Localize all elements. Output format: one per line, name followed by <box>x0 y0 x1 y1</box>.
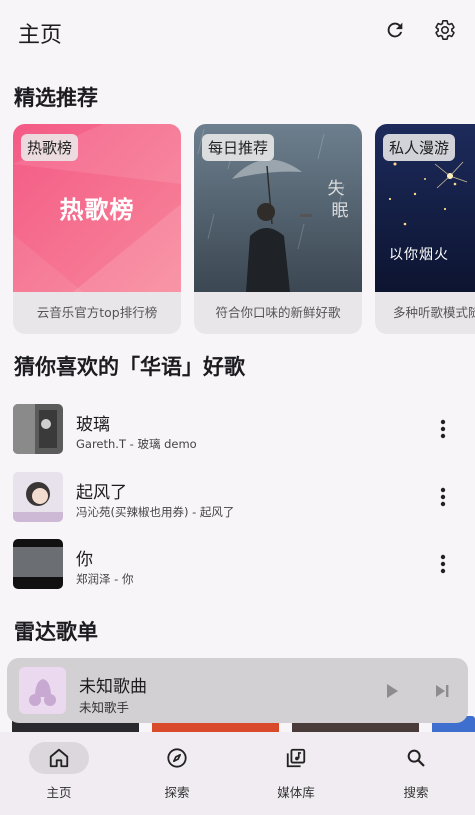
player-cover <box>19 667 66 714</box>
private-roam-cover-text: 以你烟火 <box>389 247 449 263</box>
nav-label: 探索 <box>164 785 190 800</box>
more-vert-icon <box>440 554 446 574</box>
nav-label: 媒体库 <box>277 785 315 800</box>
nav-item-search[interactable]: 搜索 <box>357 732 475 815</box>
featured-carousel[interactable]: 热歌榜 热歌榜 云音乐官方top排行榜 失 眠 每日推荐 符合你口味的新鲜好歌 … <box>13 124 475 336</box>
card-tag: 每日推荐 <box>202 134 275 161</box>
card-hot-chart[interactable]: 热歌榜 热歌榜 云音乐官方top排行榜 <box>13 124 181 334</box>
library-icon <box>286 748 306 768</box>
svg-text:失: 失 <box>328 179 345 199</box>
song-artist-album: 郑润泽 - 你 <box>76 572 134 586</box>
guess-title: 猜你喜欢的「华语」好歌 <box>14 355 245 379</box>
more-vert-icon <box>440 487 446 507</box>
player-artist: 未知歌手 <box>79 700 130 715</box>
search-icon <box>407 749 425 767</box>
play-button[interactable] <box>379 679 403 703</box>
card-description: 符合你口味的新鲜好歌 <box>215 305 341 320</box>
svg-text:眠: 眠 <box>332 201 349 221</box>
mini-player[interactable]: 未知歌曲 未知歌手 <box>7 658 468 723</box>
refresh-button[interactable] <box>379 14 411 46</box>
song-artist-album: Gareth.T - 玻璃 demo <box>76 437 197 451</box>
card-tag: 私人漫游 <box>383 134 456 161</box>
more-vert-icon <box>440 419 446 439</box>
song-cover <box>13 539 63 589</box>
hot-chart-cover-text: 热歌榜 <box>59 196 135 224</box>
page-title: 主页 <box>18 23 63 48</box>
card-private-roam[interactable]: 以你烟火 私人漫游 多种听歌模式随 <box>375 124 475 334</box>
app-bar: 主页 <box>0 0 475 64</box>
home-icon <box>49 748 69 768</box>
song-row[interactable]: 玻璃 Gareth.T - 玻璃 demo <box>0 404 475 466</box>
nav-label: 搜索 <box>403 785 429 800</box>
song-name: 起风了 <box>76 483 127 503</box>
song-name: 你 <box>76 550 93 570</box>
player-song-title: 未知歌曲 <box>79 677 147 697</box>
skip-next-icon <box>436 685 449 697</box>
refresh-icon <box>387 22 403 38</box>
nav-item-home[interactable]: 主页 <box>0 732 118 815</box>
card-description: 云音乐官方top排行榜 <box>36 305 158 320</box>
song-row[interactable]: 你 郑润泽 - 你 <box>0 539 475 601</box>
song-more-button[interactable] <box>432 549 454 579</box>
song-more-button[interactable] <box>432 482 454 512</box>
settings-button[interactable] <box>429 14 461 46</box>
featured-title: 精选推荐 <box>14 86 98 110</box>
song-cover <box>13 404 63 454</box>
compass-icon <box>167 748 187 768</box>
song-artist-album: 冯沁苑(买辣椒也用券) - 起风了 <box>76 505 235 519</box>
home-screen: 主页 精选推荐 热歌榜 热歌榜 云音乐官方top排行榜 失 眠 每日推荐 符合你… <box>0 0 475 815</box>
card-tag: 热歌榜 <box>21 134 79 161</box>
nav-label: 主页 <box>46 785 72 800</box>
nav-item-explore[interactable]: 探索 <box>118 732 236 815</box>
next-button[interactable] <box>430 679 454 703</box>
play-icon <box>387 684 398 698</box>
song-row[interactable]: 起风了 冯沁苑(买辣椒也用券) - 起风了 <box>0 472 475 534</box>
card-daily-recommend[interactable]: 失 眠 每日推荐 符合你口味的新鲜好歌 <box>194 124 362 334</box>
bottom-navigation: 主页 探索 媒体库 搜索 <box>0 732 475 815</box>
song-cover <box>13 472 63 522</box>
radar-title: 雷达歌单 <box>14 620 98 644</box>
song-more-button[interactable] <box>432 414 454 444</box>
card-description: 多种听歌模式随 <box>393 305 475 320</box>
nav-item-library[interactable]: 媒体库 <box>237 732 355 815</box>
gear-icon <box>435 20 455 40</box>
song-name: 玻璃 <box>76 415 110 435</box>
